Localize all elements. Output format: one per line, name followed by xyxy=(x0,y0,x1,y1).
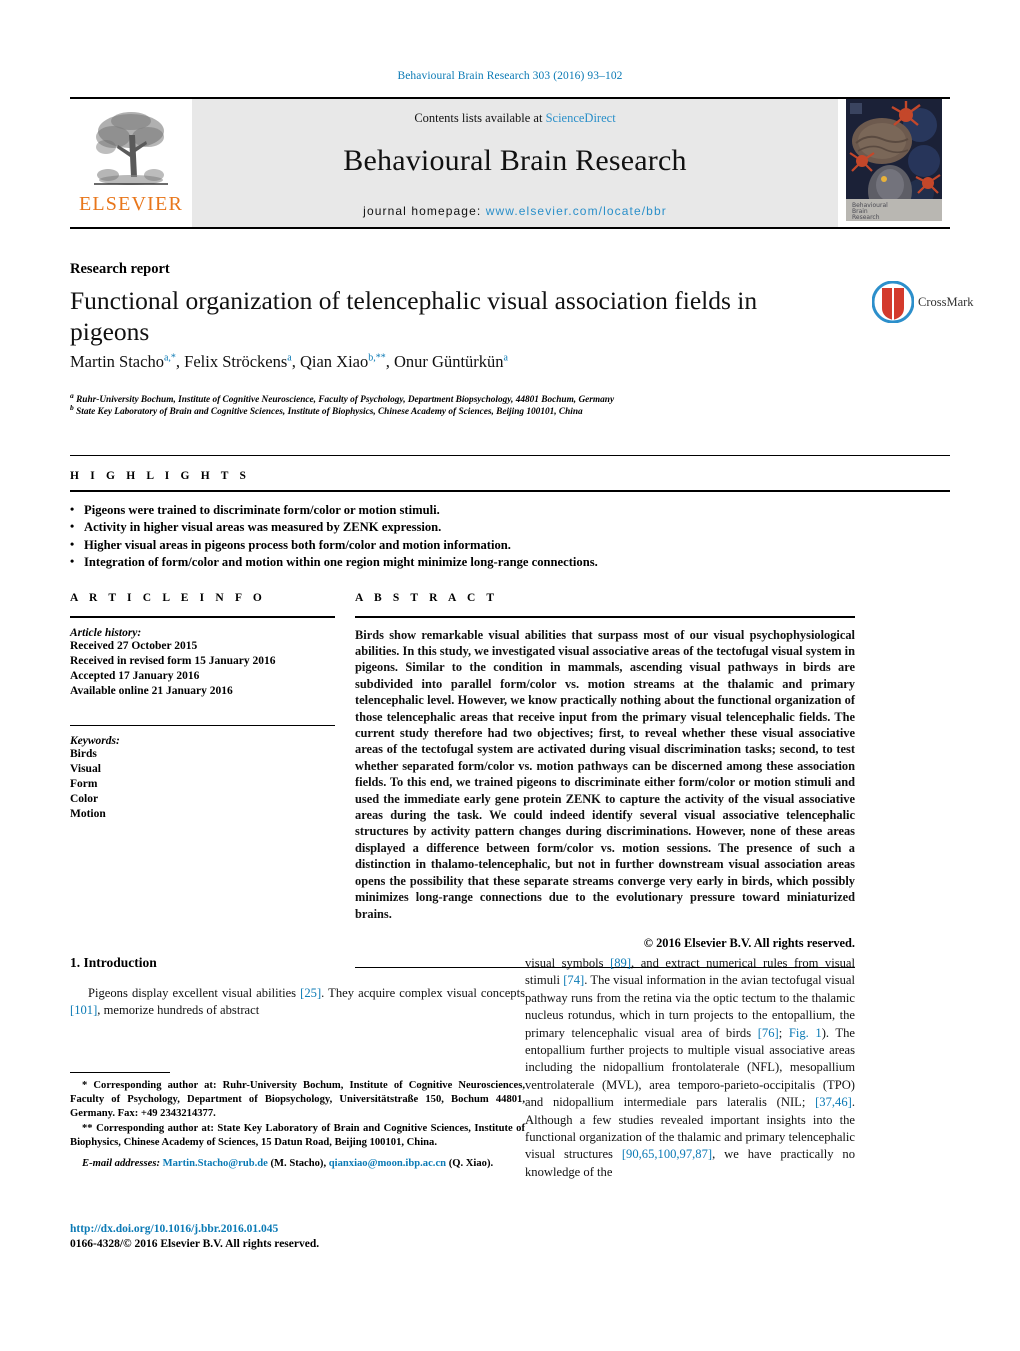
abstract-section: A B S T R A C T Birds show remarkable vi… xyxy=(355,592,855,968)
masthead-center: Contents lists available at ScienceDirec… xyxy=(192,99,838,227)
list-item: Activity in higher visual areas was meas… xyxy=(70,518,950,537)
page-title: Functional organization of telencephalic… xyxy=(70,286,758,346)
journal-cover-thumbnail: Behavioural Brain Research xyxy=(838,99,950,227)
footnote-corresponding-2: ** Corresponding author at: State Key La… xyxy=(70,1122,525,1148)
section-heading-introduction: 1. Introduction xyxy=(70,955,157,970)
journal-article-first-page: Behavioural Brain Research 303 (2016) 93… xyxy=(0,0,1020,1351)
article-info-rule xyxy=(70,616,335,618)
highlights-top-rule xyxy=(70,455,950,456)
author-list: Martin Stachoa,*, Felix Ströckensa, Qian… xyxy=(70,352,508,371)
footer-block: http://dx.doi.org/10.1016/j.bbr.2016.01.… xyxy=(70,1222,525,1252)
doi-link[interactable]: http://dx.doi.org/10.1016/j.bbr.2016.01.… xyxy=(70,1222,525,1237)
history-revised: Received in revised form 15 January 2016 xyxy=(70,654,276,667)
intro-paragraph-left: Pigeons display excellent visual abiliti… xyxy=(70,986,525,1018)
affiliation-b-text: State Key Laboratory of Brain and Cognit… xyxy=(76,407,583,418)
svg-text:Research: Research xyxy=(852,214,880,221)
abstract-copyright: © 2016 Elsevier B.V. All rights reserved… xyxy=(643,935,855,950)
affiliation-b: b State Key Laboratory of Brain and Cogn… xyxy=(70,403,583,418)
article-info-section: A R T I C L E I N F O Article history: R… xyxy=(70,592,335,822)
keyword: Visual xyxy=(70,763,101,776)
footnotes-block: * Corresponding author at: Ruhr-Universi… xyxy=(70,1072,525,1171)
abstract-label: A B S T R A C T xyxy=(355,592,499,604)
elsevier-logo: ELSEVIER xyxy=(70,99,192,227)
article-history-title: Article history: xyxy=(70,626,142,639)
keywords-title: Keywords: xyxy=(70,735,120,748)
intro-paragraph-right: visual symbols [89], and extract numeric… xyxy=(525,956,856,1179)
history-online: Available online 21 January 2016 xyxy=(70,684,233,697)
article-info-label: A R T I C L E I N F O xyxy=(70,592,266,604)
abstract-text: Birds show remarkable visual abilities t… xyxy=(355,627,855,921)
history-accepted: Accepted 17 January 2016 xyxy=(70,669,200,682)
crossmark-badge[interactable]: CrossMark xyxy=(871,280,974,324)
history-received: Received 27 October 2015 xyxy=(70,639,198,652)
list-item: Pigeons were trained to discriminate for… xyxy=(70,501,950,520)
keyword: Color xyxy=(70,793,99,806)
sciencedirect-link[interactable]: ScienceDirect xyxy=(546,111,616,125)
running-head: Behavioural Brain Research 303 (2016) 93… xyxy=(397,70,623,82)
journal-title: Behavioural Brain Research xyxy=(343,144,687,177)
cover-image: Behavioural Brain Research xyxy=(846,99,942,221)
body-column-right: visual symbols [89], and extract numeric… xyxy=(525,955,855,1181)
highlights-label: H I G H L I G H T S xyxy=(70,470,251,482)
footnote-corresponding-1: * Corresponding author at: Ruhr-Universi… xyxy=(70,1080,525,1120)
keywords-rule xyxy=(70,724,335,727)
footnote-rule xyxy=(70,1072,170,1073)
issn-copyright-line: 0166-4328/© 2016 Elsevier B.V. All right… xyxy=(70,1238,320,1250)
body-column-left: Pigeons display excellent visual abiliti… xyxy=(70,985,525,1020)
elsevier-wordmark: ELSEVIER xyxy=(78,193,184,215)
masthead-bottom-rule xyxy=(70,227,950,229)
list-item: Integration of form/color and motion wit… xyxy=(70,553,950,572)
journal-masthead: ELSEVIER Contents lists available at Sci… xyxy=(70,97,950,229)
highlights-section: H I G H L I G H T S Pigeons were trained… xyxy=(70,455,950,572)
homepage-prefix: journal homepage: xyxy=(363,204,486,218)
journal-homepage-line: journal homepage: www.elsevier.com/locat… xyxy=(363,204,667,218)
list-item: Higher visual areas in pigeons process b… xyxy=(70,536,950,555)
contents-available-line: Contents lists available at ScienceDirec… xyxy=(414,111,615,126)
keyword: Birds xyxy=(70,748,97,761)
keyword: Form xyxy=(70,778,98,791)
highlights-list: Pigeons were trained to discriminate for… xyxy=(70,501,950,572)
homepage-url-link[interactable]: www.elsevier.com/locate/bbr xyxy=(486,204,667,218)
highlights-mid-rule xyxy=(70,490,950,492)
crossmark-icon xyxy=(871,280,915,324)
article-type-label: Research report xyxy=(70,261,170,277)
elsevier-tree-icon xyxy=(88,107,174,191)
contents-prefix: Contents lists available at xyxy=(414,111,546,125)
crossmark-label: CrossMark xyxy=(918,294,974,309)
keyword: Motion xyxy=(70,808,106,821)
footnote-email-addresses: E-mail addresses: Martin.Stacho@rub.de (… xyxy=(82,1158,494,1170)
abstract-rule xyxy=(355,616,855,618)
